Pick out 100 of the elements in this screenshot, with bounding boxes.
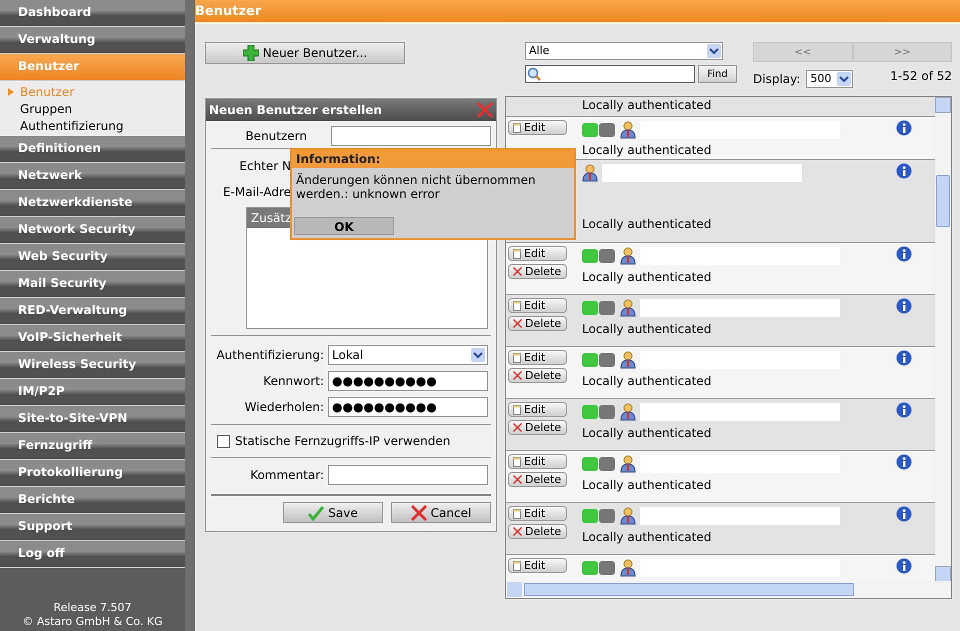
auth-text: Locally authenticated xyxy=(582,477,712,494)
clipboard-icon xyxy=(513,456,521,466)
page-title: Benutzer xyxy=(195,3,262,21)
sidebar-item[interactable]: Network Security xyxy=(0,217,185,244)
edit-button[interactable]: Edit xyxy=(508,350,567,365)
scrollbar-thumb[interactable] xyxy=(936,175,950,227)
edit-button[interactable]: Edit xyxy=(508,246,567,261)
sidebar-subitem[interactable]: Authentifizierung xyxy=(20,116,124,134)
toggle-switch-icon[interactable] xyxy=(582,300,616,316)
delete-button[interactable]: Delete xyxy=(508,524,567,539)
info-icon[interactable] xyxy=(896,402,912,418)
toggle-switch-icon[interactable] xyxy=(582,352,616,368)
checkbox[interactable] xyxy=(217,434,230,448)
sidebar-item[interactable]: Web Security xyxy=(0,244,185,271)
result-count: 1-52 of 52 xyxy=(890,68,952,85)
auth-select[interactable]: Lokal xyxy=(328,345,488,365)
user-icon xyxy=(620,247,636,265)
display-label: Display: xyxy=(753,71,800,88)
edit-button[interactable]: Edit xyxy=(508,506,567,521)
auth-text: Locally authenticated xyxy=(582,425,712,442)
password-field[interactable]: ●●●●●●●●●● xyxy=(328,397,488,417)
dropdown-icon xyxy=(471,348,485,362)
sidebar-item[interactable]: RED-Verwaltung xyxy=(0,298,185,325)
edit-button[interactable]: Edit xyxy=(508,120,567,135)
sidebar-item[interactable]: Netzwerk xyxy=(0,163,185,190)
field-label: Echter N xyxy=(238,158,291,175)
info-icon[interactable] xyxy=(896,350,912,366)
toggle-switch-icon[interactable] xyxy=(582,122,616,138)
comment-field[interactable] xyxy=(328,465,488,485)
toggle-switch-icon[interactable] xyxy=(582,508,616,524)
ok-button[interactable]: OK xyxy=(294,217,394,235)
new-user-button[interactable]: Neuer Benutzer... xyxy=(205,42,405,64)
check-icon xyxy=(308,504,324,520)
delete-button[interactable]: Delete xyxy=(508,420,567,435)
cross-icon xyxy=(513,527,522,536)
text-field[interactable] xyxy=(331,126,491,146)
user-icon xyxy=(620,351,636,369)
info-icon[interactable] xyxy=(896,558,912,574)
clipboard-icon xyxy=(513,560,521,570)
sidebar-item[interactable]: Site-to-Site-VPN xyxy=(0,406,185,433)
sidebar-item[interactable]: Fernzugriff xyxy=(0,433,185,460)
info-icon[interactable] xyxy=(896,246,912,262)
sidebar-item[interactable]: Support xyxy=(0,514,185,541)
display-select[interactable]: 500 xyxy=(806,70,854,88)
cross-icon xyxy=(513,423,522,432)
edit-button[interactable]: Edit xyxy=(508,298,567,313)
search-icon xyxy=(527,67,541,81)
clipboard-icon xyxy=(513,352,521,362)
toggle-switch-icon[interactable] xyxy=(582,560,616,576)
horizontal-scrollbar[interactable] xyxy=(506,581,951,598)
arrow-icon xyxy=(8,88,14,96)
cancel-button[interactable]: Cancel xyxy=(391,502,491,523)
password-field[interactable]: ●●●●●●●●●● xyxy=(328,371,488,391)
info-icon[interactable] xyxy=(896,120,912,136)
dialog-title: Information: xyxy=(292,150,574,168)
field-label: Kommentar: xyxy=(249,467,325,484)
cross-icon xyxy=(410,504,427,520)
delete-button[interactable]: Delete xyxy=(508,472,567,487)
user-icon xyxy=(620,403,636,421)
cross-icon xyxy=(513,371,522,380)
vertical-scrollbar[interactable] xyxy=(935,97,951,582)
user-icon xyxy=(620,507,636,525)
toggle-switch-icon[interactable] xyxy=(582,456,616,472)
sidebar-item[interactable]: Verwaltung xyxy=(0,27,185,54)
sidebar-item[interactable]: IM/P2P xyxy=(0,379,185,406)
toggle-switch-icon[interactable] xyxy=(582,404,616,420)
edit-button[interactable]: Edit xyxy=(508,558,567,573)
user-icon xyxy=(620,455,636,473)
save-button[interactable]: Save xyxy=(283,502,383,523)
sidebar-item[interactable]: Dashboard xyxy=(0,0,185,27)
auth-text: Locally authenticated xyxy=(582,269,712,286)
toggle-switch-icon[interactable] xyxy=(582,248,616,264)
info-icon[interactable] xyxy=(896,454,912,470)
sidebar-item[interactable]: VoIP-Sicherheit xyxy=(0,325,185,352)
sidebar-item[interactable]: Definitionen xyxy=(0,136,185,163)
user-icon xyxy=(620,559,636,577)
sidebar-item[interactable]: Mail Security xyxy=(0,271,185,298)
user-icon xyxy=(582,164,598,182)
info-icon[interactable] xyxy=(896,163,912,179)
info-icon[interactable] xyxy=(896,298,912,314)
info-icon[interactable] xyxy=(896,506,912,522)
delete-button[interactable]: Delete xyxy=(508,316,567,331)
auth-text: Locally authenticated xyxy=(582,321,712,338)
sidebar-item[interactable]: Protokollierung xyxy=(0,460,185,487)
delete-button[interactable]: Delete xyxy=(508,368,567,383)
edit-button[interactable]: Edit xyxy=(508,454,567,469)
user-icon xyxy=(620,120,636,138)
sidebar-item[interactable]: Netzwerkdienste xyxy=(0,190,185,217)
delete-button[interactable]: Delete xyxy=(508,264,567,279)
sidebar-item[interactable]: Log off xyxy=(0,541,185,568)
search-field[interactable] xyxy=(525,65,695,83)
user-icon xyxy=(620,299,636,317)
edit-button[interactable]: Edit xyxy=(508,402,567,417)
filter-select[interactable]: Alle xyxy=(525,42,723,60)
cross-icon xyxy=(513,319,522,328)
sidebar-item[interactable]: Wireless Security xyxy=(0,352,185,379)
find-button[interactable]: Find xyxy=(698,65,737,83)
sidebar-item[interactable]: Berichte xyxy=(0,487,185,514)
sidebar-subitem[interactable]: Gruppen xyxy=(20,100,72,118)
dialog-message: Änderungen können nicht übernommen werden.: unknown error xyxy=(295,172,537,203)
